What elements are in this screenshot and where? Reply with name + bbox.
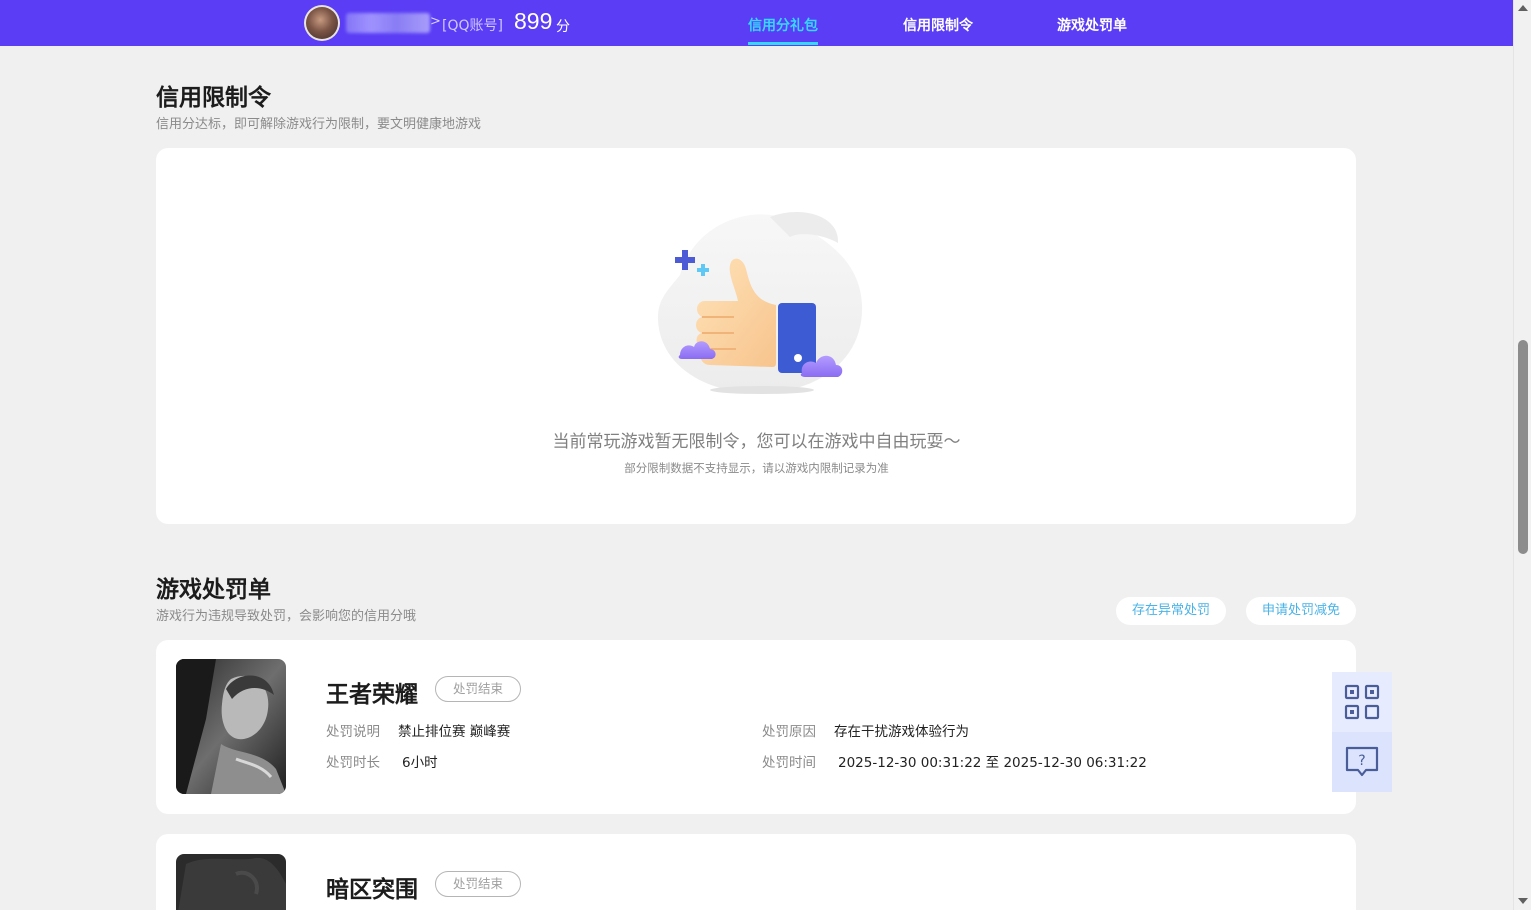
game-name: 暗区突围 <box>326 877 418 903</box>
game-cover-image <box>176 659 286 794</box>
chevron-right-icon[interactable]: > <box>430 14 441 29</box>
avatar[interactable] <box>304 5 340 41</box>
game-cover-image <box>176 854 286 910</box>
penalty-desc-label: 处罚说明 <box>326 724 380 740</box>
tab-game-penalty[interactable]: 游戏处罚单 <box>1057 15 1127 35</box>
penalty-section-subtitle: 游戏行为违规导致处罚，会影响您的信用分哦 <box>156 609 417 624</box>
empty-restriction-message: 当前常玩游戏暂无限制令，您可以在游戏中自由玩耍～ <box>552 432 961 452</box>
penalty-desc-value: 禁止排位赛 巅峰赛 <box>398 724 511 740</box>
penalty-reason-value: 存在干扰游戏体验行为 <box>834 724 969 740</box>
scroll-up-arrow-icon[interactable] <box>1518 5 1528 11</box>
appeal-penalty-button[interactable]: 申请处罚减免 <box>1246 597 1356 625</box>
game-name: 王者荣耀 <box>326 682 418 708</box>
restriction-section-title: 信用限制令 <box>156 85 271 111</box>
help-chat-icon: ? <box>1345 746 1379 777</box>
penalty-reason-label: 处罚原因 <box>762 724 816 740</box>
svg-text:?: ? <box>1358 753 1365 769</box>
penalty-time-value: 2025-12-30 00:31:22 至 2025-12-30 06:31:2… <box>838 755 1147 771</box>
penalty-duration-label: 处罚时长 <box>326 755 380 771</box>
top-bar: > [QQ账号] 899 分 信用分礼包 信用限制令 游戏处罚单 <box>0 0 1513 46</box>
help-feedback-button[interactable]: ? <box>1332 732 1392 792</box>
penalty-time-label: 处罚时间 <box>762 755 816 771</box>
credit-score: 899 <box>514 8 553 34</box>
active-tab-indicator <box>748 42 818 45</box>
penalty-section-title: 游戏处罚单 <box>156 577 271 603</box>
status-badge: 处罚结束 <box>435 676 521 702</box>
page-scrollbar[interactable] <box>1513 0 1531 910</box>
abnormal-penalty-button[interactable]: 存在异常处罚 <box>1116 597 1226 625</box>
credit-score-unit: 分 <box>556 19 570 35</box>
thumbs-up-empty-illustration <box>657 212 863 394</box>
tab-credit-restriction[interactable]: 信用限制令 <box>903 15 973 35</box>
penalty-duration-value: 6小时 <box>402 755 438 771</box>
account-name-redacted[interactable] <box>346 13 430 33</box>
scroll-thumb[interactable] <box>1518 340 1528 554</box>
scroll-down-arrow-icon[interactable] <box>1518 898 1528 904</box>
account-type-label: [QQ账号] <box>442 18 503 34</box>
qr-code-button[interactable] <box>1332 672 1392 732</box>
status-badge: 处罚结束 <box>435 871 521 897</box>
qr-code-icon <box>1344 684 1380 720</box>
restriction-section-subtitle: 信用分达标，即可解除游戏行为限制，要文明健康地游戏 <box>156 117 482 132</box>
tab-credit-gift[interactable]: 信用分礼包 <box>748 15 818 35</box>
empty-restriction-note: 部分限制数据不支持显示，请以游戏内限制记录为准 <box>624 461 889 475</box>
